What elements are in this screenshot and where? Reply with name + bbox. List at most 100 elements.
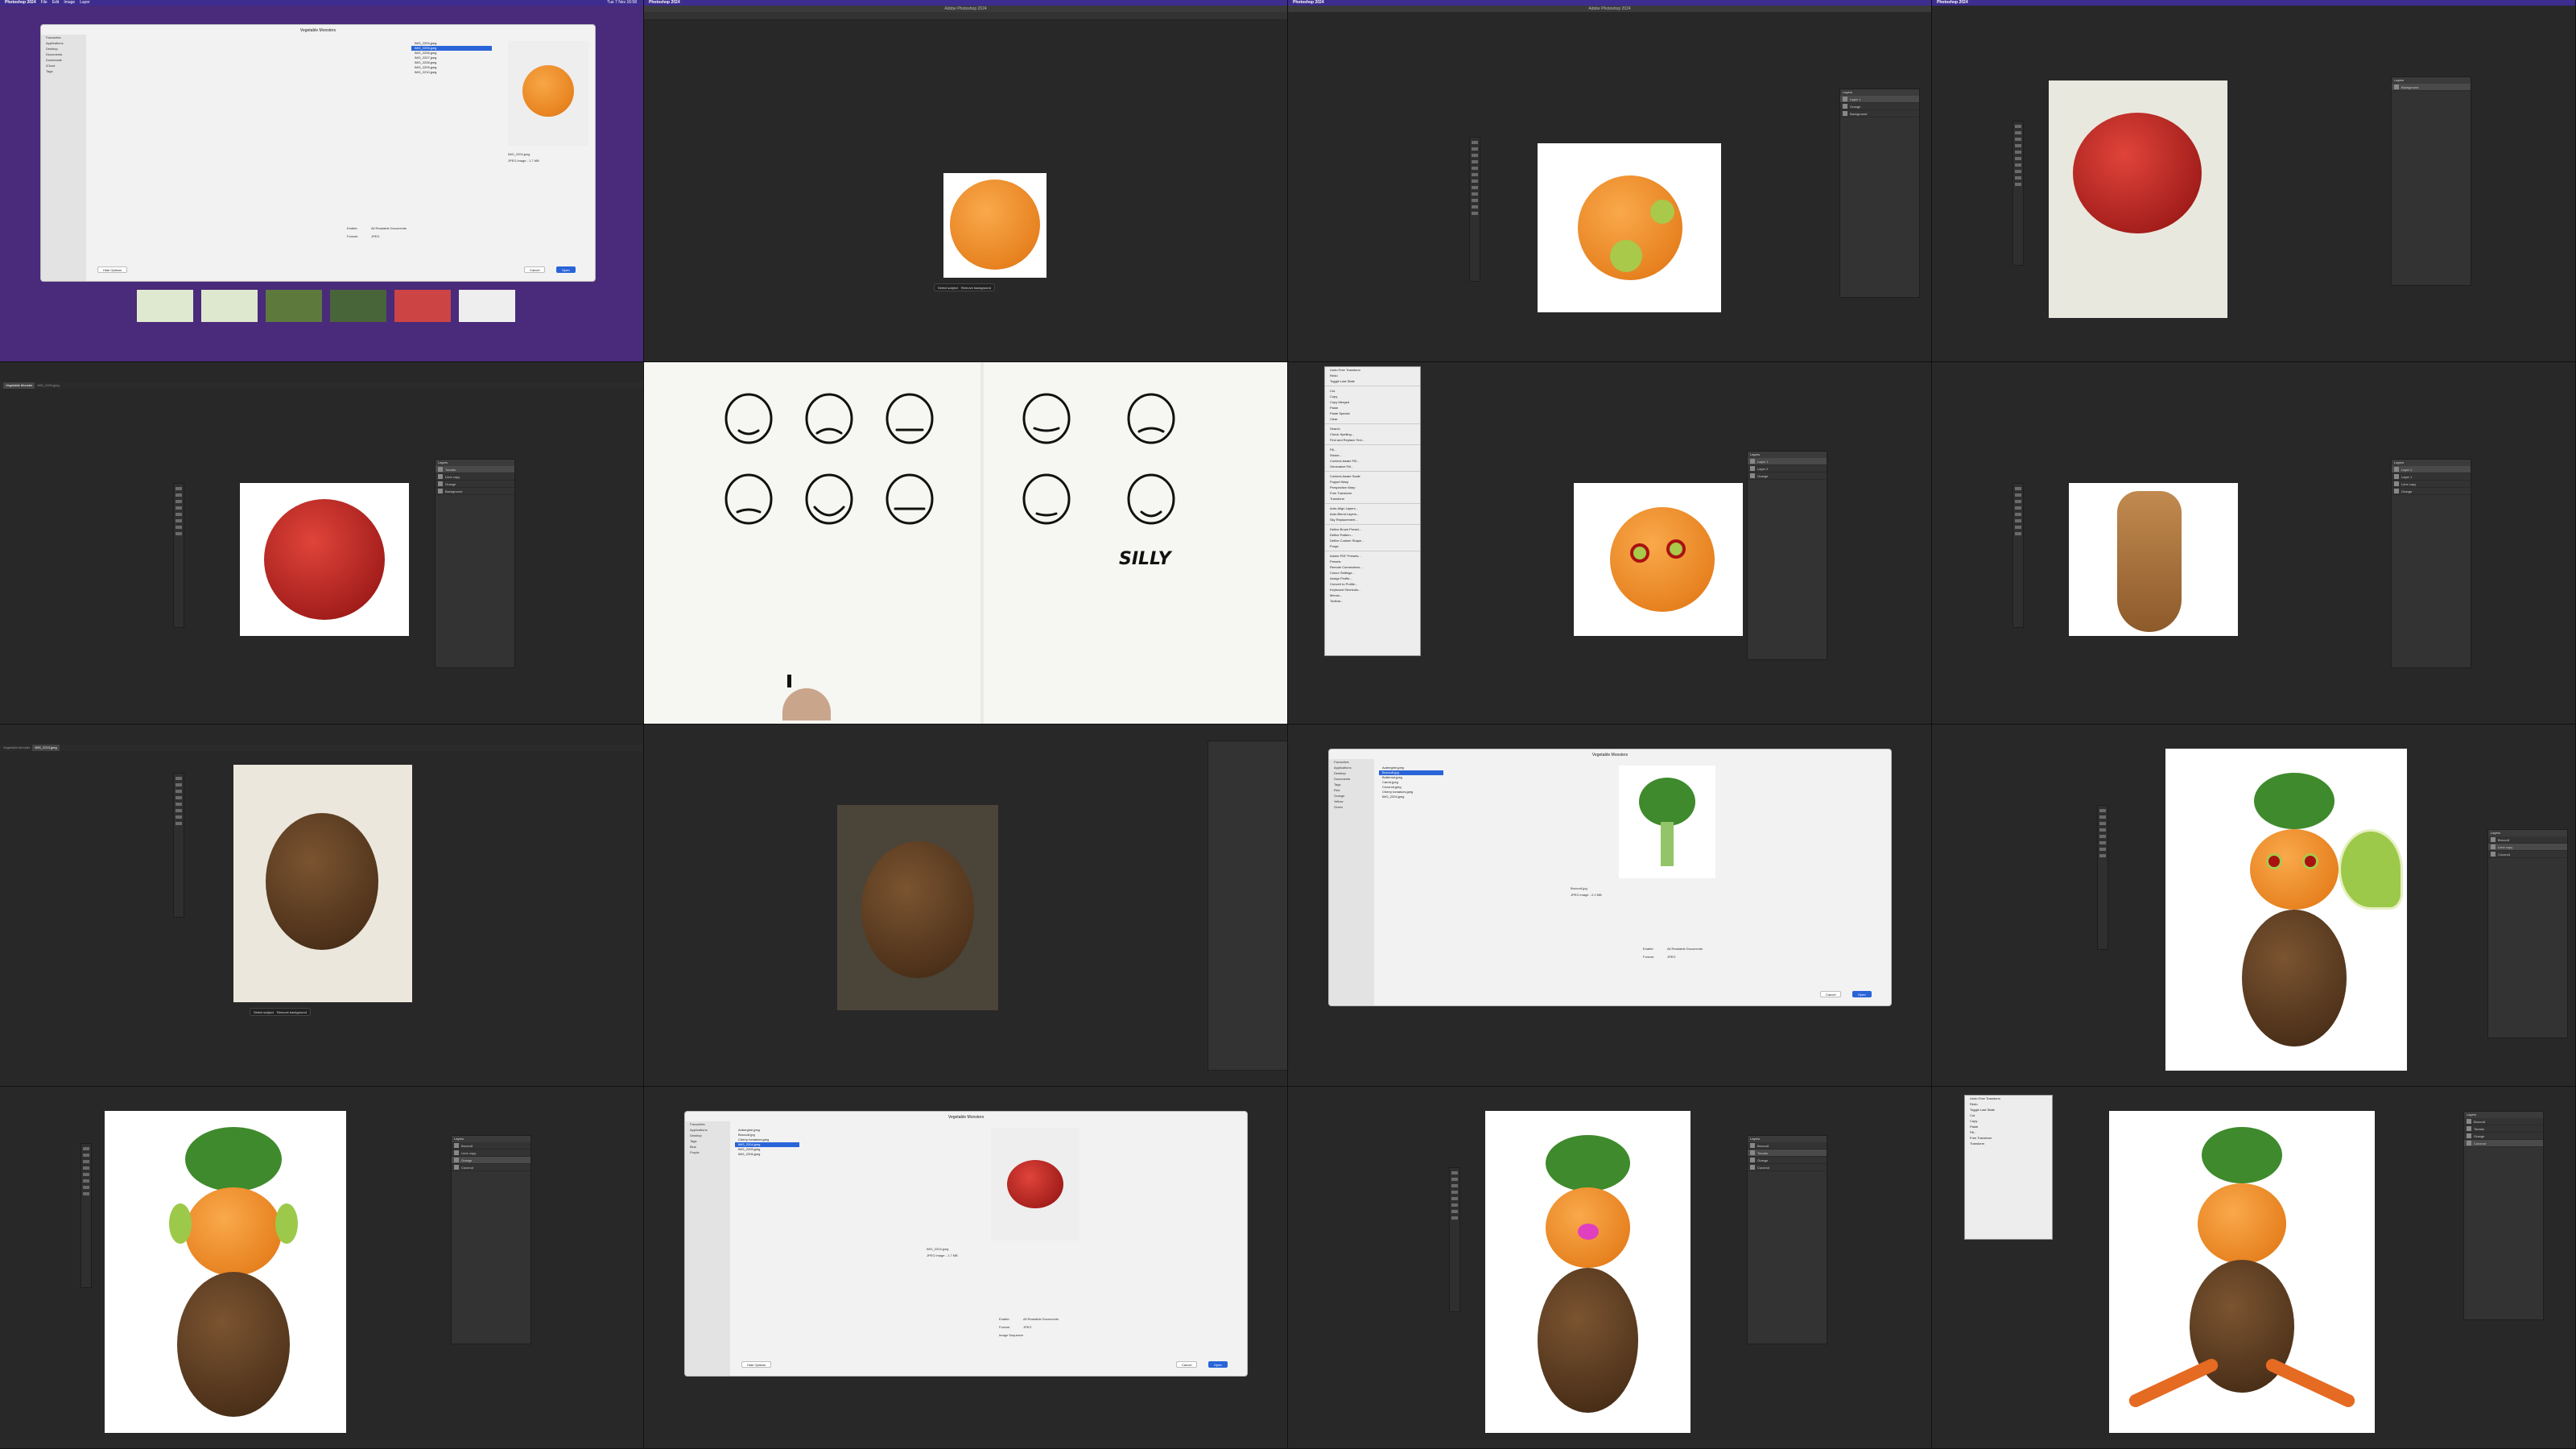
menu-image[interactable]: Image xyxy=(64,0,75,6)
menu-item[interactable]: Auto-Align Layers... xyxy=(1325,506,1420,511)
layer-row[interactable]: Lime copy xyxy=(2392,481,2471,488)
enable-select[interactable]: All Readable Documents xyxy=(371,226,407,230)
layer-row[interactable]: Orange xyxy=(436,481,514,488)
sidebar-downloads[interactable]: Downloads xyxy=(41,57,86,63)
menu-item[interactable]: Find and Replace Text... xyxy=(1325,437,1420,443)
app-name[interactable]: Photoshop 2024 xyxy=(1937,0,1968,6)
cancel-button[interactable]: Cancel xyxy=(1820,991,1842,997)
layer-row[interactable]: Layer 2 xyxy=(1748,465,1827,473)
layer-row[interactable]: Orange xyxy=(2464,1133,2543,1140)
tools-panel[interactable] xyxy=(2013,121,2024,266)
layer-row[interactable]: Coconut xyxy=(2464,1140,2543,1147)
menu-file[interactable]: File xyxy=(41,0,47,6)
menu-item[interactable]: Convert to Profile... xyxy=(1325,581,1420,587)
open-button[interactable]: Open xyxy=(1208,1361,1228,1368)
tag-blue[interactable]: Blue xyxy=(685,1144,730,1150)
sidebar-documents[interactable]: Documents xyxy=(1329,776,1374,782)
tools-panel[interactable] xyxy=(1469,137,1480,282)
menu-item[interactable]: Undo Free Transform xyxy=(1325,367,1420,373)
sidebar-desktop[interactable]: Desktop xyxy=(685,1133,730,1138)
menu-item[interactable]: Free Transform xyxy=(1325,490,1420,496)
tools-panel[interactable] xyxy=(173,483,184,628)
image-sequence-checkbox[interactable]: Image Sequence xyxy=(999,1333,1023,1337)
app-name[interactable]: Photoshop 2024 xyxy=(5,0,36,6)
menu-item[interactable]: Content-Aware Fill... xyxy=(1325,458,1420,464)
tab-document[interactable]: IMG_2210.jpeg xyxy=(32,745,60,751)
format-select[interactable]: JPEG xyxy=(371,234,379,238)
menu-item[interactable]: Define Brush Preset... xyxy=(1325,526,1420,532)
tag-red[interactable]: Red xyxy=(1329,787,1374,793)
menu-item[interactable]: Remote Connections... xyxy=(1325,564,1420,570)
menu-item[interactable]: Toggle Last State xyxy=(1965,1107,2052,1113)
sidebar-applications[interactable]: Applications xyxy=(41,40,86,46)
tools-panel[interactable] xyxy=(80,1143,92,1288)
enable-select[interactable]: All Readable Documents xyxy=(1667,947,1703,951)
layer-row[interactable]: Layer 2 xyxy=(2392,466,2471,473)
menu-item[interactable]: Clear xyxy=(1325,416,1420,422)
tab-vegetable-monster[interactable]: Vegetable Monster xyxy=(3,382,35,389)
sidebar-applications[interactable]: Applications xyxy=(1329,765,1374,770)
layer-row[interactable]: Background xyxy=(436,488,514,495)
select-subject-button[interactable]: Select subject xyxy=(254,1010,274,1014)
menu-item[interactable]: Copy Merged xyxy=(1325,399,1420,405)
menu-item[interactable]: Presets xyxy=(1325,559,1420,564)
app-name[interactable]: Photoshop 2024 xyxy=(1293,0,1324,6)
menu-item[interactable]: Toolbar... xyxy=(1325,598,1420,604)
tag-yellow[interactable]: Yellow xyxy=(1329,799,1374,804)
menu-item[interactable]: Transform xyxy=(1965,1141,2052,1146)
menu-item[interactable]: Content-Aware Scale xyxy=(1325,473,1420,479)
menu-item[interactable]: Redo xyxy=(1325,373,1420,378)
menu-item[interactable]: Transform xyxy=(1325,496,1420,502)
menu-item[interactable]: Free Transform xyxy=(1965,1135,2052,1141)
select-subject-button[interactable]: Select subject xyxy=(938,286,958,290)
layer-row[interactable]: Background xyxy=(1840,110,1919,118)
menu-item[interactable]: Paste xyxy=(1965,1124,2052,1129)
menu-item[interactable]: Check Spelling... xyxy=(1325,431,1420,437)
menu-item[interactable]: Cut xyxy=(1965,1113,2052,1118)
tab-document[interactable]: IMG_2204.jpeg xyxy=(37,382,59,389)
file-item[interactable]: IMG_2204.jpeg xyxy=(1379,795,1443,799)
layer-row[interactable]: Lime copy xyxy=(2488,844,2567,851)
menu-item[interactable]: Undo Free Transform xyxy=(1965,1096,2052,1101)
format-select[interactable]: JPEG xyxy=(1667,955,1675,959)
layer-row[interactable]: Tomato xyxy=(2464,1125,2543,1133)
menu-item[interactable]: Paste Special xyxy=(1325,411,1420,416)
tag-green[interactable]: Green xyxy=(1329,804,1374,810)
tools-panel[interactable] xyxy=(2013,483,2024,628)
sidebar-icloud[interactable]: iCloud xyxy=(41,63,86,68)
layer-row[interactable]: Coconut xyxy=(1748,1164,1827,1171)
hide-options-button[interactable]: Hide Options xyxy=(97,266,128,273)
menu-item[interactable]: Copy xyxy=(1965,1118,2052,1124)
tag-orange[interactable]: Orange xyxy=(1329,793,1374,799)
menu-item[interactable]: Colour Settings... xyxy=(1325,570,1420,576)
hide-options-button[interactable]: Hide Options xyxy=(741,1361,772,1368)
format-select[interactable]: JPEG xyxy=(1023,1325,1031,1329)
layer-row[interactable]: Broccoli xyxy=(452,1142,530,1150)
menu-item[interactable]: Define Custom Shape... xyxy=(1325,538,1420,543)
menu-item[interactable]: Keyboard Shortcuts... xyxy=(1325,587,1420,592)
menu-item[interactable]: Fill... xyxy=(1965,1129,2052,1135)
layer-row[interactable]: Layer 1 xyxy=(2392,473,2471,481)
menu-item[interactable]: Copy xyxy=(1325,394,1420,399)
file-item[interactable]: IMG_2210.jpeg xyxy=(411,70,492,75)
menu-item[interactable]: Purge xyxy=(1325,543,1420,549)
layer-row[interactable]: Broccoli xyxy=(2488,836,2567,844)
layer-row[interactable]: Orange xyxy=(1748,473,1827,480)
layer-row[interactable]: Lime copy xyxy=(452,1150,530,1157)
sidebar-documents[interactable]: Documents xyxy=(41,52,86,57)
layer-row[interactable]: Orange xyxy=(2392,488,2471,495)
layer-row[interactable]: Coconut xyxy=(452,1164,530,1171)
remove-background-button[interactable]: Remove background xyxy=(961,286,991,290)
menu-layer[interactable]: Layer xyxy=(80,0,90,6)
layer-row[interactable]: Orange xyxy=(1748,1157,1827,1164)
file-item[interactable]: IMG_2206.jpeg xyxy=(735,1152,799,1157)
menu-item[interactable]: Stroke... xyxy=(1325,452,1420,458)
sidebar-applications[interactable]: Applications xyxy=(685,1127,730,1133)
tab-vegetable-monster[interactable]: Vegetable Monster xyxy=(3,745,30,751)
menu-item[interactable]: Generative Fill... xyxy=(1325,464,1420,469)
tag-purple[interactable]: Purple xyxy=(685,1150,730,1155)
menu-item[interactable]: Adobe PDF Presets... xyxy=(1325,553,1420,559)
menu-item[interactable]: Paste xyxy=(1325,405,1420,411)
menu-edit[interactable]: Edit xyxy=(52,0,60,6)
enable-select[interactable]: All Readable Documents xyxy=(1023,1317,1059,1321)
